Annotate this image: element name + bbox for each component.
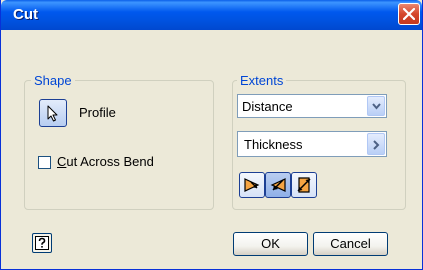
close-icon (403, 8, 415, 20)
flip-direction-icon (244, 178, 260, 192)
shape-group-label: Shape (31, 73, 75, 88)
cut-across-bend-label[interactable]: Cut Across Bend (57, 154, 154, 169)
cut-across-bend-label-rest: ut Across Bend (66, 154, 154, 169)
dropdown-arrow-button[interactable] (367, 96, 385, 116)
flip-direction-icon (270, 178, 286, 192)
extents-group-label: Extents (237, 73, 287, 88)
ok-button[interactable]: OK (233, 232, 308, 256)
thickness-flyout-button[interactable] (367, 133, 385, 155)
extent-type-dropdown[interactable]: Distance (237, 94, 387, 118)
direction-1-button[interactable] (239, 172, 265, 198)
thickness-value: Thickness (244, 137, 303, 152)
cut-across-bend-checkbox[interactable] (38, 156, 51, 169)
symmetric-direction-icon (297, 177, 311, 193)
dialog-title: Cut (13, 6, 38, 23)
cursor-arrow-icon (47, 105, 58, 122)
chevron-down-icon (372, 103, 381, 110)
direction-2-button[interactable] (265, 172, 291, 198)
help-icon (35, 236, 49, 250)
cancel-button[interactable]: Cancel (313, 232, 388, 256)
help-button[interactable] (32, 233, 52, 253)
cut-dialog: Cut Shape Profile Cut Across Bend Extent… (0, 0, 423, 270)
extent-type-value: Distance (242, 99, 293, 114)
thickness-field[interactable]: Thickness (237, 131, 387, 157)
profile-label: Profile (79, 105, 116, 120)
symmetric-direction-button[interactable] (291, 172, 317, 198)
cut-across-bend-accelerator: C (57, 154, 67, 169)
close-button[interactable] (398, 3, 420, 25)
profile-select-button[interactable] (39, 99, 67, 127)
title-bar[interactable]: Cut (1, 0, 422, 30)
chevron-right-icon (373, 140, 380, 150)
